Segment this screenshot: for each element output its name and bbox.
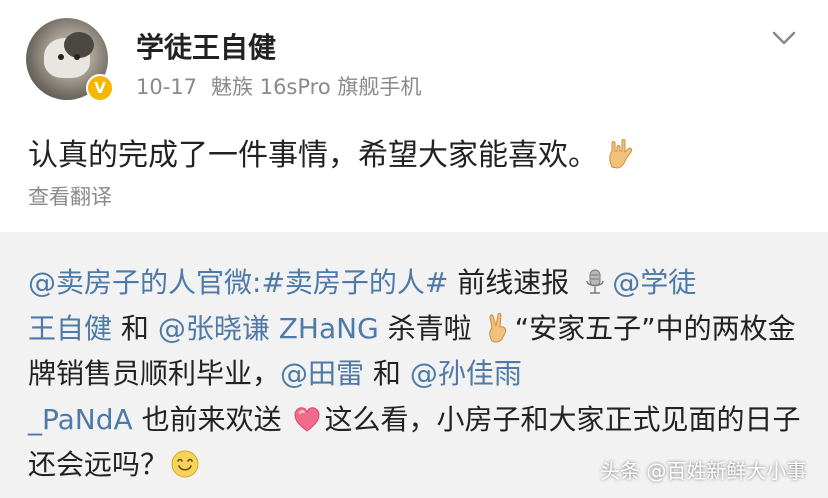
microphone-emoji-icon	[586, 269, 604, 294]
mention-link[interactable]: @田雷	[280, 357, 364, 390]
translate-link[interactable]: 查看翻译	[28, 181, 112, 211]
post-device: 魅族 16sPro 旗舰手机	[211, 75, 422, 99]
repost-segment: 和	[364, 357, 410, 390]
post-body: 认真的完成了一件事情，希望大家能喜欢。	[28, 130, 638, 174]
chevron-down-icon[interactable]	[769, 27, 799, 49]
repost-segment: 也前来欢送	[132, 402, 291, 436]
mention-link[interactable]: @孙佳雨	[410, 357, 522, 390]
heart-emoji-icon	[294, 406, 320, 432]
rock-hand-emoji-icon	[609, 139, 633, 169]
verified-badge-icon: V	[86, 74, 114, 102]
repost-segment: 前线速报	[448, 266, 579, 299]
smile-emoji-icon	[171, 450, 199, 478]
avatar-cat-eye	[74, 54, 80, 60]
post-header: V 学徒王自健 10-17 魅族 16sPro 旗舰手机	[0, 0, 828, 120]
hashtag-link[interactable]: :#卖房子的人#	[252, 266, 448, 299]
post-text: 认真的完成了一件事情，希望大家能喜欢。	[28, 138, 598, 173]
mention-link[interactable]: _PaNdA	[28, 403, 133, 436]
repost-segment: 和	[112, 311, 158, 345]
post-meta: 10-17 魅族 16sPro 旗舰手机	[136, 71, 421, 101]
watermark: 头条 @百姓新鲜大小事	[600, 459, 807, 483]
repost-text: @卖房子的人官微:#卖房子的人# 前线速报 @学徒王自健 和 @张晓谦 ZHaN…	[28, 260, 808, 488]
repost-segment: 杀青啦	[378, 311, 481, 345]
avatar-cat-eye	[58, 54, 64, 60]
username[interactable]: 学徒王自健	[136, 26, 276, 66]
mention-link[interactable]: @学徒	[612, 266, 696, 299]
victory-hand-emoji-icon	[488, 312, 506, 343]
post-date: 10-17	[136, 75, 198, 99]
mention-link[interactable]: 王自健	[28, 312, 112, 345]
mention-link[interactable]: @卖房子的人官微	[28, 266, 252, 299]
mention-link[interactable]: @张晓谦 ZHaNG	[158, 312, 379, 345]
